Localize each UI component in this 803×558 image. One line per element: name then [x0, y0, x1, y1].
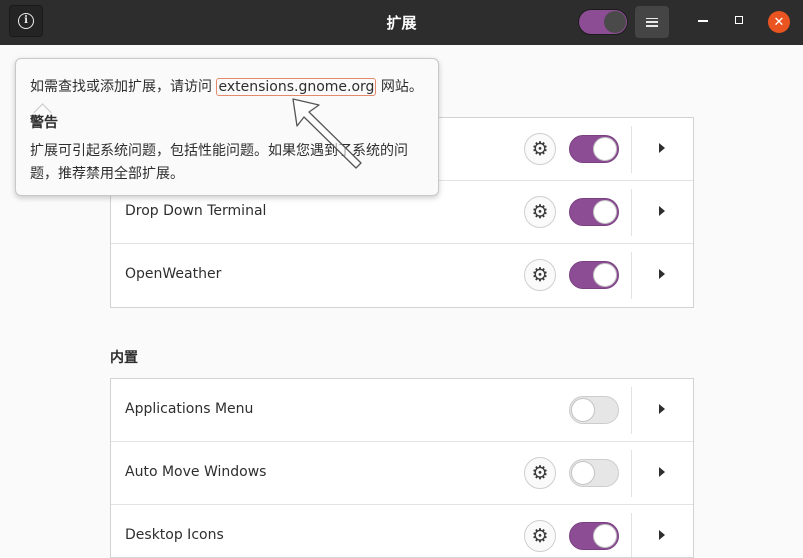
- toggle-knob: [571, 398, 595, 422]
- expand-row-icon[interactable]: [659, 404, 665, 414]
- extension-row: OpenWeather ⚙: [111, 244, 693, 307]
- row-separator: [631, 189, 632, 236]
- extension-name: Applications Menu: [125, 401, 254, 417]
- minimize-icon[interactable]: [698, 20, 708, 22]
- toggle-knob: [593, 200, 617, 224]
- extension-settings-button[interactable]: ⚙: [524, 457, 556, 489]
- extension-name: Drop Down Terminal: [125, 203, 267, 219]
- gear-icon: ⚙: [531, 524, 549, 547]
- extension-settings-button[interactable]: ⚙: [524, 259, 556, 291]
- toggle-knob: [593, 524, 617, 548]
- info-popover: 如需查找或添加扩展，请访问 extensions.gnome.org 网站。 警…: [15, 58, 439, 196]
- extension-row: Desktop Icons ⚙: [111, 505, 693, 557]
- extension-row: Auto Move Windows ⚙: [111, 442, 693, 505]
- close-button[interactable]: ✕: [768, 11, 790, 33]
- extension-toggle[interactable]: [569, 396, 619, 424]
- extension-name: Auto Move Windows: [125, 464, 267, 480]
- extensions-website-link[interactable]: extensions.gnome.org: [216, 78, 377, 96]
- row-separator: [631, 252, 632, 299]
- close-icon: ✕: [773, 14, 785, 30]
- popover-intro-suffix: 网站。: [376, 79, 423, 95]
- builtin-extensions-list: Applications Menu Auto Move Windows ⚙ De…: [110, 378, 694, 558]
- gear-icon: ⚙: [531, 200, 549, 223]
- toggle-knob: [593, 137, 617, 161]
- warning-title: 警告: [30, 115, 58, 131]
- row-separator: [631, 126, 632, 173]
- mouse-pointer-icon: [292, 98, 362, 169]
- extension-settings-button[interactable]: ⚙: [524, 196, 556, 228]
- row-separator: [631, 513, 632, 557]
- extension-row: Applications Menu: [111, 379, 693, 442]
- switch-knob: [604, 11, 626, 33]
- header-bar: i 扩展 ✕: [0, 0, 803, 45]
- menu-button[interactable]: [635, 6, 669, 38]
- maximize-icon[interactable]: [735, 16, 743, 24]
- popover-intro-text: 如需查找或添加扩展，请访问: [30, 79, 217, 95]
- extension-toggle[interactable]: [569, 198, 619, 226]
- extension-name: Desktop Icons: [125, 527, 224, 543]
- builtin-section-title: 内置: [110, 350, 138, 366]
- expand-row-icon[interactable]: [659, 143, 665, 153]
- row-separator: [631, 450, 632, 497]
- window-title: 扩展: [386, 14, 417, 32]
- extension-settings-button[interactable]: ⚙: [524, 133, 556, 165]
- extension-toggle[interactable]: [569, 135, 619, 163]
- gear-icon: ⚙: [531, 461, 549, 484]
- extension-settings-button[interactable]: ⚙: [524, 520, 556, 552]
- extensions-master-switch[interactable]: [578, 9, 628, 35]
- toggle-knob: [593, 263, 617, 287]
- warning-text: 扩展可引起系统问题，包括性能问题。如果您遇到了系统的问题，推荐禁用全部扩展。: [30, 143, 408, 182]
- extension-toggle[interactable]: [569, 261, 619, 289]
- gear-icon: ⚙: [531, 137, 549, 160]
- hamburger-menu-icon: [646, 17, 658, 27]
- expand-row-icon[interactable]: [659, 467, 665, 477]
- toggle-knob: [571, 461, 595, 485]
- expand-row-icon[interactable]: [659, 206, 665, 216]
- extension-toggle[interactable]: [569, 459, 619, 487]
- expand-row-icon[interactable]: [659, 269, 665, 279]
- extension-name: OpenWeather: [125, 266, 222, 282]
- popover-intro: 如需查找或添加扩展，请访问 extensions.gnome.org 网站。: [30, 76, 423, 96]
- expand-row-icon[interactable]: [659, 530, 665, 540]
- row-separator: [631, 387, 632, 434]
- gear-icon: ⚙: [531, 263, 549, 286]
- extension-toggle[interactable]: [569, 522, 619, 550]
